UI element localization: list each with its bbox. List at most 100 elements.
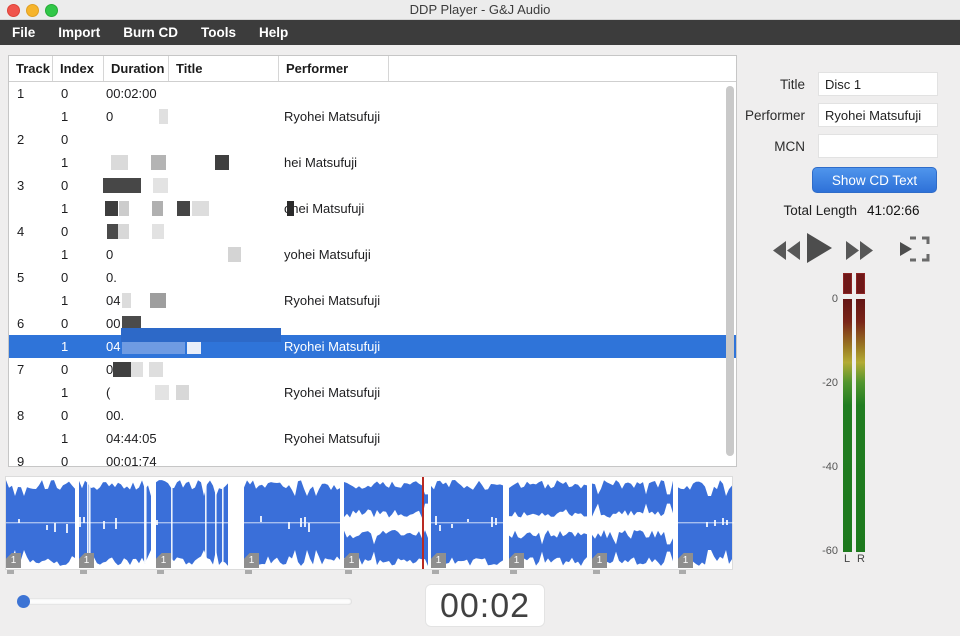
waveform-block[interactable]: 1: [592, 478, 674, 568]
cell-perf: Ryohei Matsufuji: [284, 385, 380, 400]
table-row[interactable]: 30: [9, 174, 736, 197]
cell-track: 4: [17, 224, 24, 239]
track-boundary-tick: [593, 570, 600, 574]
disc-title-input[interactable]: [818, 72, 938, 96]
rewind-button[interactable]: [773, 241, 801, 260]
table-row[interactable]: 1ohei Matsufuji: [9, 197, 736, 220]
cell-perf: Ryohei Matsufuji: [284, 293, 380, 308]
column-header-empty[interactable]: [389, 56, 736, 81]
window-title: DDP Player - G&J Audio: [0, 2, 960, 17]
waveform-block[interactable]: 1: [244, 478, 340, 568]
disc-performer-input[interactable]: [818, 103, 938, 127]
title-bar: DDP Player - G&J Audio: [0, 0, 960, 20]
meter-tick-label: -40: [814, 461, 838, 473]
waveform-block[interactable]: 1: [431, 478, 505, 568]
total-length-label: Total Length: [735, 203, 857, 218]
cell-index: 1: [61, 431, 68, 446]
cell-dur: 00:01:74: [106, 454, 157, 467]
redaction-box: [122, 293, 131, 308]
redaction-box: [177, 201, 190, 216]
time-display: 00:02: [425, 584, 545, 627]
cell-index: 1: [61, 201, 68, 216]
fast-forward-button[interactable]: [846, 241, 874, 260]
redaction-box: [107, 224, 118, 239]
redaction-box: [151, 155, 166, 170]
table-body: 1000:02:0010Ryohei Matsufuji201hei Matsu…: [9, 82, 736, 467]
redaction-box: [105, 201, 118, 216]
table-row[interactable]: 6000: [9, 312, 736, 335]
meter-tick-label: 0: [814, 293, 838, 305]
cell-index: 0: [61, 86, 68, 101]
track-boundary-tick: [245, 570, 252, 574]
cell-dur: 00:02:00: [106, 86, 157, 101]
table-row[interactable]: 20: [9, 128, 736, 151]
track-boundary-tick: [7, 570, 14, 574]
channel-label-l: L: [844, 553, 850, 565]
waveform-block[interactable]: 1: [156, 478, 230, 568]
show-cd-text-button[interactable]: Show CD Text: [812, 167, 937, 193]
redaction-box: [155, 385, 169, 400]
cell-index: 0: [61, 454, 68, 467]
level-meter-right: [856, 299, 865, 552]
play-icon: [807, 233, 833, 263]
cell-dur: 04: [106, 293, 120, 308]
table-row[interactable]: 1hei Matsufuji: [9, 151, 736, 174]
redaction-box: [118, 224, 129, 239]
table-row[interactable]: 1 0 00:02:00: [9, 82, 736, 105]
column-header-index[interactable]: Index: [53, 56, 104, 81]
column-header-duration[interactable]: Duration: [104, 56, 169, 81]
cell-track: 8: [17, 408, 24, 423]
mcn-input[interactable]: [818, 134, 938, 158]
seek-slider-thumb[interactable]: [17, 595, 30, 608]
waveform-block[interactable]: 1: [678, 478, 734, 568]
menu-item-file[interactable]: File: [12, 25, 35, 40]
play-to-end-icon: [898, 234, 930, 264]
waveform-block[interactable]: 1: [79, 478, 153, 568]
table-row[interactable]: 104Ryohei Matsufuji: [9, 335, 736, 358]
table-row[interactable]: 1(Ryohei Matsufuji: [9, 381, 736, 404]
table-row[interactable]: 10Ryohei Matsufuji: [9, 105, 736, 128]
menu-item-burn-cd[interactable]: Burn CD: [123, 25, 178, 40]
table-row[interactable]: 40: [9, 220, 736, 243]
redaction-box: [111, 155, 128, 170]
cell-dur: 0: [106, 247, 113, 262]
table-row[interactable]: 9000:01:74: [9, 450, 736, 467]
waveform-block[interactable]: 1: [344, 478, 428, 568]
play-button[interactable]: [807, 233, 833, 263]
menu-item-tools[interactable]: Tools: [201, 25, 236, 40]
cell-index: 0: [61, 270, 68, 285]
play-to-end-button[interactable]: [898, 234, 930, 264]
cell-index: 0: [61, 316, 68, 331]
cell-track: 1: [17, 86, 24, 101]
redaction-box: [176, 385, 189, 400]
column-header-track[interactable]: Track: [9, 56, 53, 81]
waveform-block[interactable]: 1: [509, 478, 589, 568]
table-row[interactable]: 700: [9, 358, 736, 381]
redaction-overlay: [121, 328, 281, 342]
table-row[interactable]: 500.: [9, 266, 736, 289]
menu-item-help[interactable]: Help: [259, 25, 288, 40]
cell-track: 2: [17, 132, 24, 147]
disc-title-label: Title: [735, 77, 805, 92]
redaction-box: [131, 362, 143, 377]
column-header-title[interactable]: Title: [169, 56, 279, 81]
rewind-icon: [773, 241, 801, 260]
cell-index: 1: [61, 247, 68, 262]
table-row[interactable]: 104:44:05Ryohei Matsufuji: [9, 427, 736, 450]
table-row[interactable]: 10yohei Matsufuji: [9, 243, 736, 266]
cell-dur: 04: [106, 339, 120, 354]
redaction-box: [113, 362, 131, 377]
track-boundary-tick: [679, 570, 686, 574]
table-row[interactable]: 104Ryohei Matsufuji: [9, 289, 736, 312]
menu-item-import[interactable]: Import: [58, 25, 100, 40]
seek-slider-track[interactable]: [18, 598, 352, 605]
waveform-block[interactable]: 1: [6, 478, 76, 568]
table-row[interactable]: 8000.: [9, 404, 736, 427]
channel-label-r: R: [857, 553, 865, 565]
column-header-performer[interactable]: Performer: [279, 56, 389, 81]
cell-track: 3: [17, 178, 24, 193]
cell-index: 1: [61, 339, 68, 354]
table-scrollbar[interactable]: [726, 86, 734, 456]
cell-track: 5: [17, 270, 24, 285]
cell-index: 1: [61, 109, 68, 124]
